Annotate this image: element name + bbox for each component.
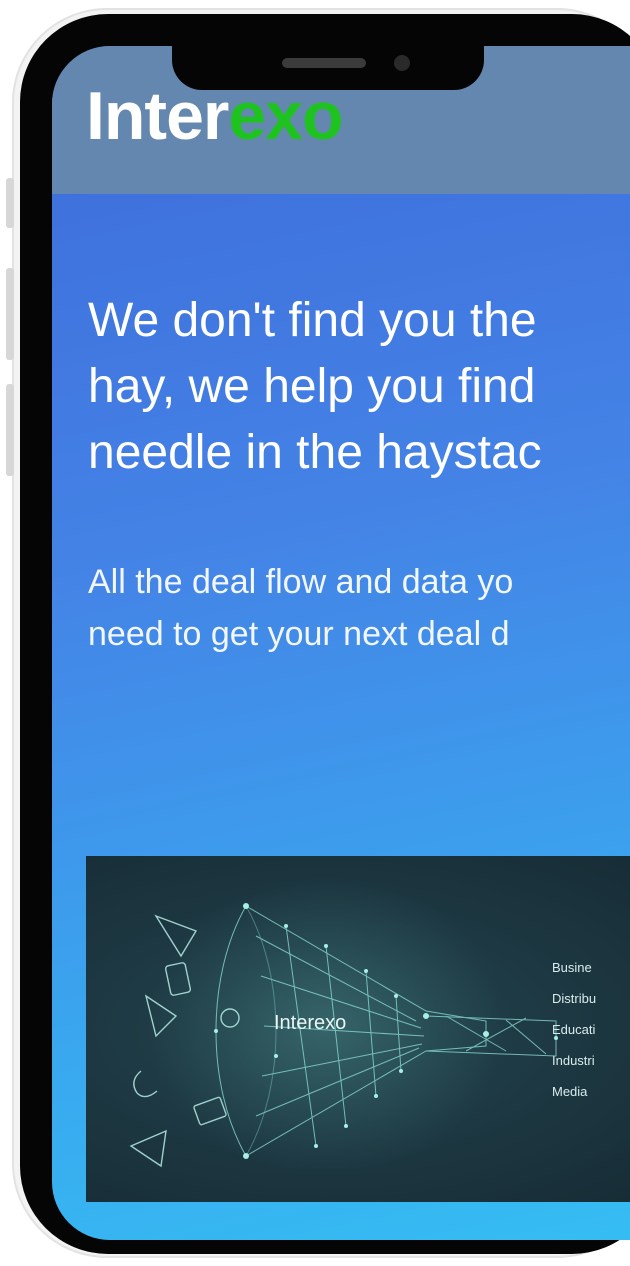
- category-item: Distribu: [552, 991, 597, 1006]
- category-item: Educati: [552, 1022, 596, 1037]
- hero-subheadline: All the deal flow and data yo need to ge…: [88, 556, 630, 660]
- volume-down-button: [6, 384, 14, 476]
- phone-notch: [172, 46, 484, 90]
- front-camera-icon: [394, 55, 410, 71]
- funnel-illustration: Interexo Busine Distribu Educati Industr…: [86, 856, 630, 1202]
- subheadline-line: need to get your next deal d: [88, 615, 510, 653]
- volume-up-button: [6, 268, 14, 360]
- brand-logo[interactable]: Interexo: [86, 82, 344, 150]
- headline-line: hay, we help you find: [88, 360, 536, 413]
- category-list: Busine Distribu Educati Industri Media: [552, 952, 596, 1107]
- hero-headline: We don't find you the hay, we help you f…: [88, 288, 630, 486]
- category-item: Industri: [552, 1053, 595, 1068]
- speaker-grille: [282, 58, 366, 68]
- phone-screen: Interexo We don't find you the hay, we h…: [52, 46, 630, 1240]
- subheadline-line: All the deal flow and data yo: [88, 563, 514, 601]
- mute-switch: [6, 178, 14, 228]
- category-item: Busine: [552, 960, 592, 975]
- headline-line: needle in the haystac: [88, 426, 542, 479]
- funnel-brand-label: Interexo: [274, 1012, 347, 1034]
- headline-line: We don't find you the: [88, 294, 537, 347]
- funnel-graphic: [129, 876, 558, 1176]
- category-item: Media: [552, 1084, 588, 1099]
